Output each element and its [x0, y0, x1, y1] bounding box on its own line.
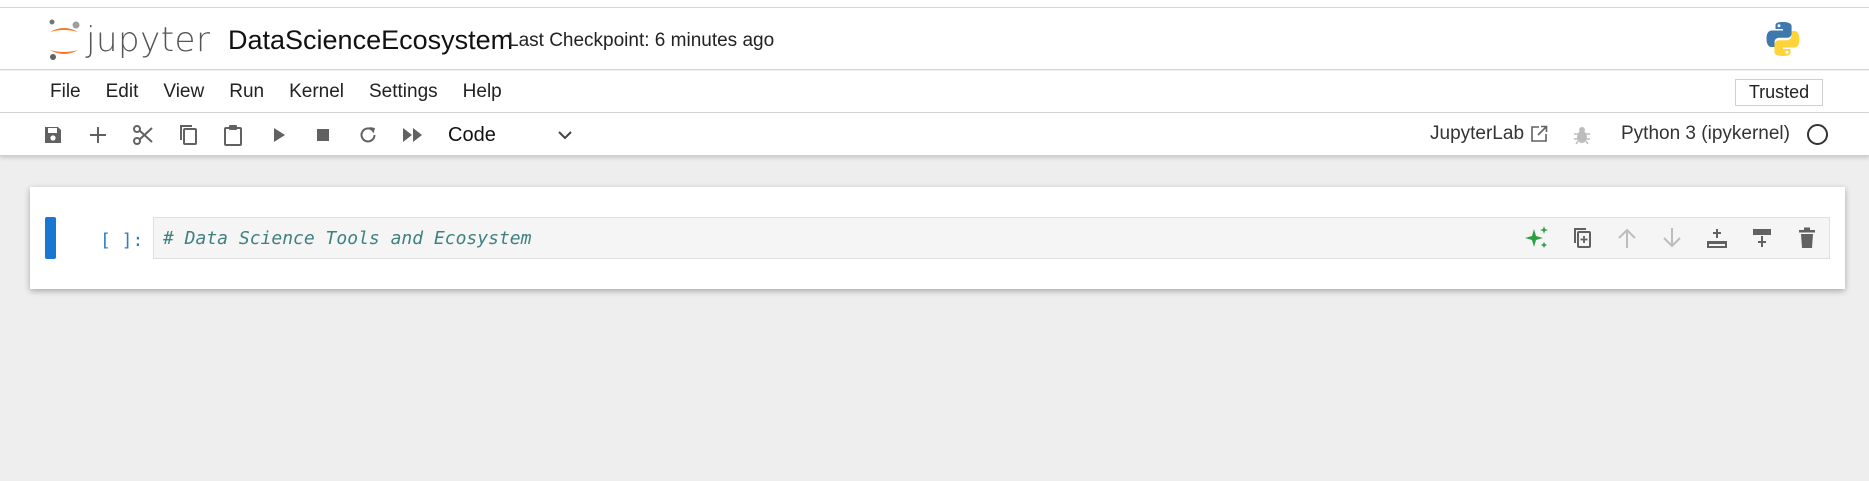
- move-down-icon: [1662, 228, 1681, 248]
- add-cell-icon: [90, 127, 106, 143]
- add-cell-button[interactable]: [85, 122, 111, 148]
- move-up-icon: [1617, 228, 1636, 248]
- debugger-icon[interactable]: [1573, 125, 1591, 150]
- menu-kernel[interactable]: Kernel: [279, 81, 354, 103]
- run-all-icon: [403, 128, 422, 142]
- python-logo-icon: [1764, 20, 1802, 63]
- run-icon: [274, 128, 285, 142]
- move-cell-down-button[interactable]: [1649, 218, 1694, 258]
- ai-assist-button[interactable]: [1514, 218, 1559, 258]
- cut-icon: [133, 125, 153, 145]
- ai-sparkle-icon: [1524, 226, 1548, 248]
- move-cell-up-button[interactable]: [1604, 218, 1649, 258]
- insert-cell-above-button[interactable]: [1694, 218, 1739, 258]
- cell-toolbar: [1514, 218, 1829, 258]
- top-accent-line: [0, 0, 1869, 8]
- menu-settings[interactable]: Settings: [359, 81, 448, 103]
- restart-button[interactable]: [355, 122, 381, 148]
- jupyter-logo-icon: [49, 19, 80, 60]
- code-cell[interactable]: [ ]: # Data Science Tools and Ecosystem: [30, 187, 1845, 289]
- paste-icon: [224, 125, 242, 146]
- cell-type-select[interactable]: Code: [448, 120, 572, 150]
- save-button[interactable]: [40, 122, 66, 148]
- cell-source[interactable]: # Data Science Tools and Ecosystem: [163, 228, 531, 249]
- delete-cell-button[interactable]: [1784, 218, 1829, 258]
- cell-type-value: Code: [448, 123, 496, 146]
- menu-bar: File Edit View Run Kernel Settings Help …: [0, 71, 1869, 113]
- cut-button[interactable]: [130, 122, 156, 148]
- trusted-indicator[interactable]: Trusted: [1735, 79, 1823, 106]
- jupyter-logo[interactable]: jupyter: [46, 18, 210, 62]
- open-jupyterlab-link[interactable]: JupyterLab: [1430, 123, 1548, 145]
- menu-help[interactable]: Help: [453, 81, 512, 103]
- save-icon: [45, 127, 61, 143]
- delete-icon: [1798, 227, 1815, 248]
- cell-prompt: [ ]:: [100, 230, 144, 251]
- notebook-title[interactable]: DataScienceEcosystem: [228, 25, 513, 56]
- kernel-name[interactable]: Python 3 (ipykernel): [1621, 123, 1790, 145]
- chevron-down-icon: [558, 131, 572, 140]
- menu-file[interactable]: File: [40, 81, 91, 103]
- cell-editor[interactable]: # Data Science Tools and Ecosystem: [153, 217, 1830, 259]
- kernel-status-icon: [1807, 124, 1828, 145]
- notebook-header: jupyter DataScienceEcosystem Last Checkp…: [0, 8, 1869, 70]
- jupyterlab-label: JupyterLab: [1430, 123, 1525, 144]
- stop-icon: [317, 129, 329, 141]
- insert-below-icon: [1752, 229, 1771, 247]
- cell-collapser[interactable]: [45, 217, 56, 259]
- stop-button[interactable]: [310, 122, 336, 148]
- insert-cell-below-button[interactable]: [1739, 218, 1784, 258]
- checkpoint-status: Last Checkpoint: 6 minutes ago: [508, 30, 775, 51]
- copy-button[interactable]: [175, 122, 201, 148]
- run-all-button[interactable]: [400, 122, 426, 148]
- external-link-icon: [1531, 125, 1548, 142]
- main-menu: File Edit View Run Kernel Settings Help: [40, 71, 517, 113]
- restart-icon: [360, 127, 376, 143]
- insert-above-icon: [1706, 229, 1727, 248]
- copy-icon: [180, 125, 197, 145]
- menu-view[interactable]: View: [153, 81, 214, 103]
- menu-run[interactable]: Run: [219, 81, 274, 103]
- duplicate-cell-button[interactable]: [1559, 218, 1604, 258]
- duplicate-icon: [1573, 228, 1591, 248]
- menu-edit[interactable]: Edit: [96, 81, 149, 103]
- jupyter-logo-text: jupyter: [86, 20, 211, 60]
- notebook-toolbar: Code JupyterLab Python 3 (ipykernel): [0, 113, 1869, 156]
- paste-button[interactable]: [220, 122, 246, 148]
- run-button[interactable]: [266, 122, 292, 148]
